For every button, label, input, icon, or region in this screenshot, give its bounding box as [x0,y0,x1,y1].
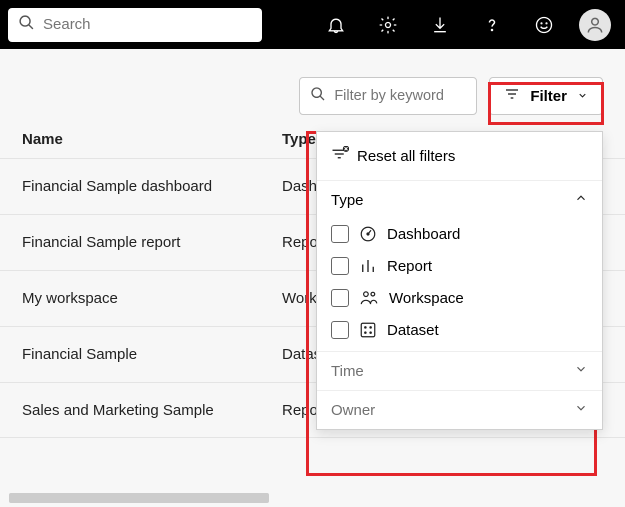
report-icon [359,257,377,275]
filter-option-report[interactable]: Report [331,257,588,275]
column-header-name[interactable]: Name [22,131,282,148]
reset-filters[interactable]: Reset all filters [317,132,602,180]
action-row: Filter [0,49,625,131]
chevron-up-icon [574,191,588,209]
row-name: Financial Sample report [22,234,282,251]
row-name: Financial Sample [22,346,282,363]
chevron-down-icon [574,362,588,380]
chevron-down-icon [577,88,588,105]
dataset-icon [359,321,377,339]
filter-type-options: Dashboard Report Workspace Dataset [317,219,602,351]
top-bar [0,0,625,49]
account-avatar[interactable] [579,9,611,41]
filter-section-label: Time [331,363,364,380]
reset-filters-label: Reset all filters [357,148,455,165]
filter-option-label: Workspace [389,290,464,307]
dashboard-icon [359,225,377,243]
help-icon[interactable] [469,0,515,49]
filter-icon [504,87,520,105]
filter-option-label: Report [387,258,432,275]
search-icon [18,14,35,36]
checkbox[interactable] [331,321,349,339]
filter-section-time[interactable]: Time [317,351,602,390]
feedback-smiley-icon[interactable] [521,0,567,49]
horizontal-scrollbar[interactable] [9,493,269,503]
search-icon [310,86,326,107]
filter-section-owner[interactable]: Owner [317,390,602,429]
reset-filters-icon [331,146,349,166]
download-icon[interactable] [417,0,463,49]
filter-option-dashboard[interactable]: Dashboard [331,225,588,243]
filter-option-label: Dashboard [387,226,460,243]
filter-option-workspace[interactable]: Workspace [331,289,588,307]
filter-panel: Reset all filters Type Dashboard Report … [316,131,603,430]
filter-section-label: Owner [331,402,375,419]
checkbox[interactable] [331,289,349,307]
checkbox[interactable] [331,225,349,243]
global-search[interactable] [8,8,262,42]
filter-button-label: Filter [530,88,567,105]
filter-option-label: Dataset [387,322,439,339]
filter-section-type[interactable]: Type [317,180,602,219]
filter-keyword[interactable] [299,77,477,115]
global-search-input[interactable] [43,16,252,33]
filter-button[interactable]: Filter [489,77,603,115]
row-name: Sales and Marketing Sample [22,402,282,419]
filter-option-dataset[interactable]: Dataset [331,321,588,339]
chevron-down-icon [574,401,588,419]
settings-gear-icon[interactable] [365,0,411,49]
row-name: Financial Sample dashboard [22,178,282,195]
checkbox[interactable] [331,257,349,275]
notifications-icon[interactable] [313,0,359,49]
filter-section-label: Type [331,192,364,209]
row-name: My workspace [22,290,282,307]
workspace-icon [359,289,379,307]
